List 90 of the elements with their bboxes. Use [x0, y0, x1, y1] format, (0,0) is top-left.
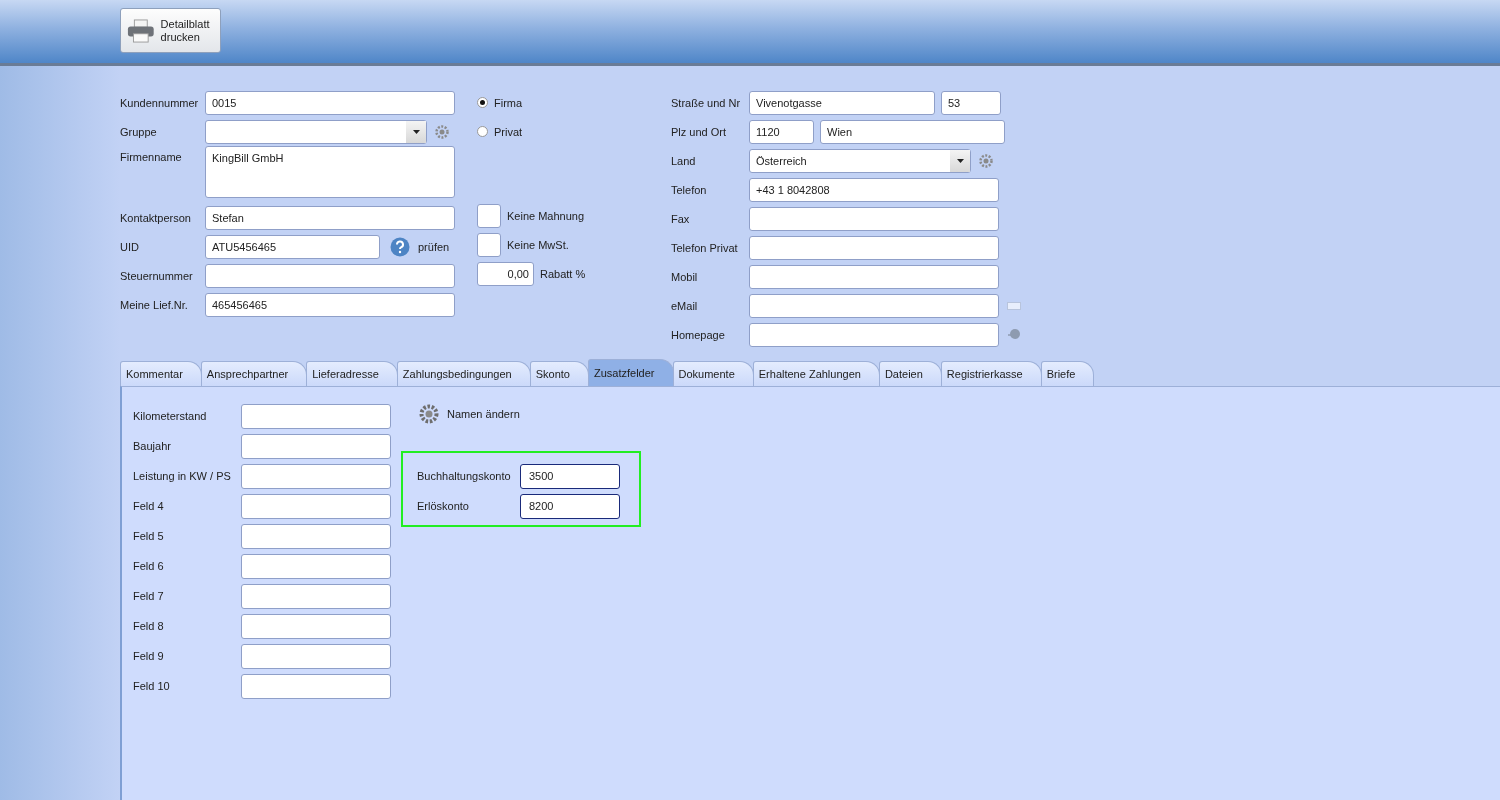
checkbox[interactable] [477, 203, 501, 228]
field-label: Meine Lief.Nr. [120, 298, 189, 311]
field-label: Straße und Nr [671, 96, 742, 109]
tab[interactable]: Erhaltene Zahlungen [752, 361, 880, 386]
field-label: Kilometerstand [133, 410, 208, 422]
radio-button[interactable] [477, 97, 488, 108]
text-field[interactable]: 0015 [205, 90, 455, 115]
field-label: Feld 9 [133, 650, 165, 662]
field-label: Telefon [671, 183, 708, 196]
field-label: Gruppe [120, 125, 158, 138]
field-label: Feld 10 [133, 680, 171, 692]
tab[interactable]: Registrierkasse [940, 361, 1042, 386]
text-field[interactable] [749, 293, 999, 318]
text-field[interactable]: 1120 [749, 119, 814, 144]
text-field[interactable] [749, 264, 999, 289]
text-field[interactable] [241, 463, 391, 489]
text-field[interactable] [749, 206, 999, 231]
radio-label: Firma [494, 96, 523, 109]
text-field[interactable]: Stefan [205, 205, 455, 230]
gear-icon[interactable] [435, 124, 449, 139]
text-field[interactable]: +43 1 8042808 [749, 177, 999, 202]
field-label: Baujahr [133, 440, 172, 452]
checkbox-label: Keine MwSt. [507, 238, 569, 251]
field-label: Firmenname [120, 150, 183, 163]
dropdown-caret-icon [956, 158, 964, 163]
text-field[interactable]: Vivenotgasse [749, 90, 935, 115]
field-label: Homepage [671, 328, 726, 341]
text-field[interactable] [241, 643, 391, 669]
field-label: Land [671, 154, 697, 167]
text-field[interactable] [241, 433, 391, 459]
tab[interactable]: Kommentar [120, 361, 202, 386]
dropdown-field[interactable] [205, 119, 427, 144]
text-field[interactable] [205, 263, 455, 288]
tab[interactable]: Lieferadresse [306, 361, 398, 386]
field-label: Rabatt % [540, 267, 586, 280]
help-icon[interactable] [390, 236, 410, 257]
text-field[interactable]: 8200 [520, 493, 620, 519]
text-field[interactable] [241, 583, 391, 609]
rename-button[interactable]: Namen ändern [401, 401, 641, 427]
tab[interactable]: Ansprechpartner [200, 361, 308, 386]
field-label: Leistung in KW / PS [133, 470, 232, 482]
radio-label: Privat [494, 125, 523, 138]
field-label: Buchhaltungskonto [417, 470, 512, 482]
field-label: Feld 4 [133, 500, 165, 512]
field-label: Mobil [671, 270, 699, 283]
field-label: Steuernummer [120, 269, 194, 282]
dropdown-field[interactable]: Österreich [749, 148, 971, 173]
text-area[interactable]: KingBill GmbH [205, 146, 455, 198]
field-label: eMail [671, 299, 699, 312]
field-label: Fax [671, 212, 691, 225]
tab[interactable]: Zusatzfelder [587, 359, 674, 386]
print-button[interactable]: Detailblatt drucken [120, 8, 221, 53]
field-label: Feld 6 [133, 560, 165, 572]
dropdown-caret-icon [412, 129, 420, 134]
field-label: Plz und Ort [671, 125, 728, 138]
field-label: UID [120, 240, 140, 253]
gear-icon [419, 404, 439, 424]
text-field[interactable] [241, 673, 391, 699]
text-field[interactable]: 3500 [520, 463, 620, 489]
text-field[interactable]: 465456465 [205, 292, 455, 317]
text-field[interactable] [241, 493, 391, 519]
discount-field[interactable]: 0,00 [477, 261, 534, 286]
checkbox[interactable] [477, 232, 501, 257]
text-field[interactable] [241, 403, 391, 429]
text-field[interactable] [241, 523, 391, 549]
text-field[interactable] [241, 553, 391, 579]
text-field[interactable]: Wien [820, 119, 1005, 144]
field-label: Feld 8 [133, 620, 165, 632]
check-link[interactable]: prüfen [418, 240, 450, 253]
radio-button[interactable] [477, 126, 488, 137]
field-label: Feld 7 [133, 590, 165, 602]
tab[interactable]: Dateien [878, 361, 942, 386]
printer-icon [127, 17, 155, 44]
field-label: Feld 5 [133, 530, 165, 542]
text-field[interactable] [749, 322, 999, 347]
text-field[interactable]: ATU5456465 [205, 234, 380, 259]
gear-icon[interactable] [979, 153, 993, 168]
field-label: Erlöskonto [417, 500, 470, 512]
field-label: Telefon Privat [671, 241, 739, 254]
tab[interactable]: Zahlungsbedingungen [396, 361, 531, 386]
text-field[interactable] [749, 235, 999, 260]
checkbox-label: Keine Mahnung [507, 209, 585, 222]
text-field[interactable]: 53 [941, 90, 1001, 115]
tab[interactable]: Dokumente [672, 361, 754, 386]
tab[interactable]: Briefe [1040, 361, 1095, 386]
field-label: Kontaktperson [120, 211, 192, 224]
field-label: Kundennummer [120, 96, 199, 109]
text-field[interactable] [241, 613, 391, 639]
email-icon[interactable] [1007, 301, 1021, 310]
tab[interactable]: Skonto [529, 361, 589, 386]
